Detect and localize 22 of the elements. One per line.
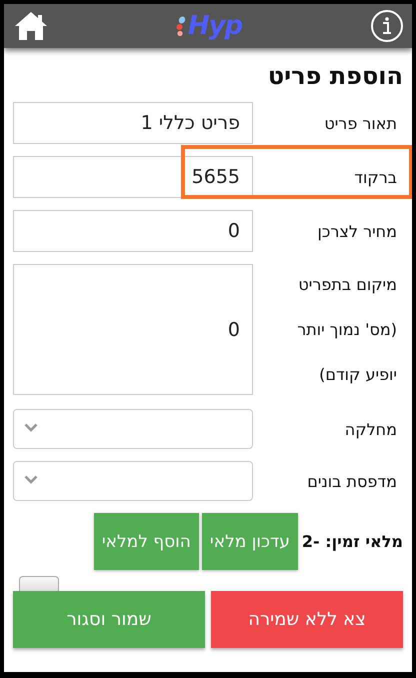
exit-button[interactable]: צא ללא שמירה: [211, 591, 403, 648]
field-label: ברקוד: [353, 168, 398, 186]
field-label: מדפסת בונים: [306, 472, 398, 490]
app-logo: Hyp: [188, 11, 242, 41]
field-label: תאור פריט: [323, 114, 398, 132]
home-icon[interactable]: [14, 11, 48, 41]
text-field[interactable]: 0: [13, 210, 253, 252]
field-label: מיקום בתפריט (מס' נמוך יותר יופיע קודם): [296, 274, 398, 386]
dropdown-field[interactable]: [13, 461, 253, 501]
chevron-down-icon: [24, 475, 38, 484]
toggle-switch[interactable]: [19, 576, 59, 592]
dropdown-field[interactable]: [13, 409, 253, 449]
page-title: הוספת פריט: [266, 61, 403, 92]
text-area[interactable]: 0: [13, 264, 253, 395]
field-label: מחלקה: [344, 420, 398, 438]
logo-dots-icon: [176, 15, 186, 37]
chevron-down-icon: [24, 423, 38, 432]
text-field[interactable]: פריט כללי 1: [13, 102, 253, 144]
field-label: מחיר לצרכן: [316, 222, 398, 240]
text-field[interactable]: 5655: [13, 156, 253, 198]
stock-label: מלאי זמין: -2: [302, 532, 403, 551]
info-icon[interactable]: [370, 9, 404, 43]
